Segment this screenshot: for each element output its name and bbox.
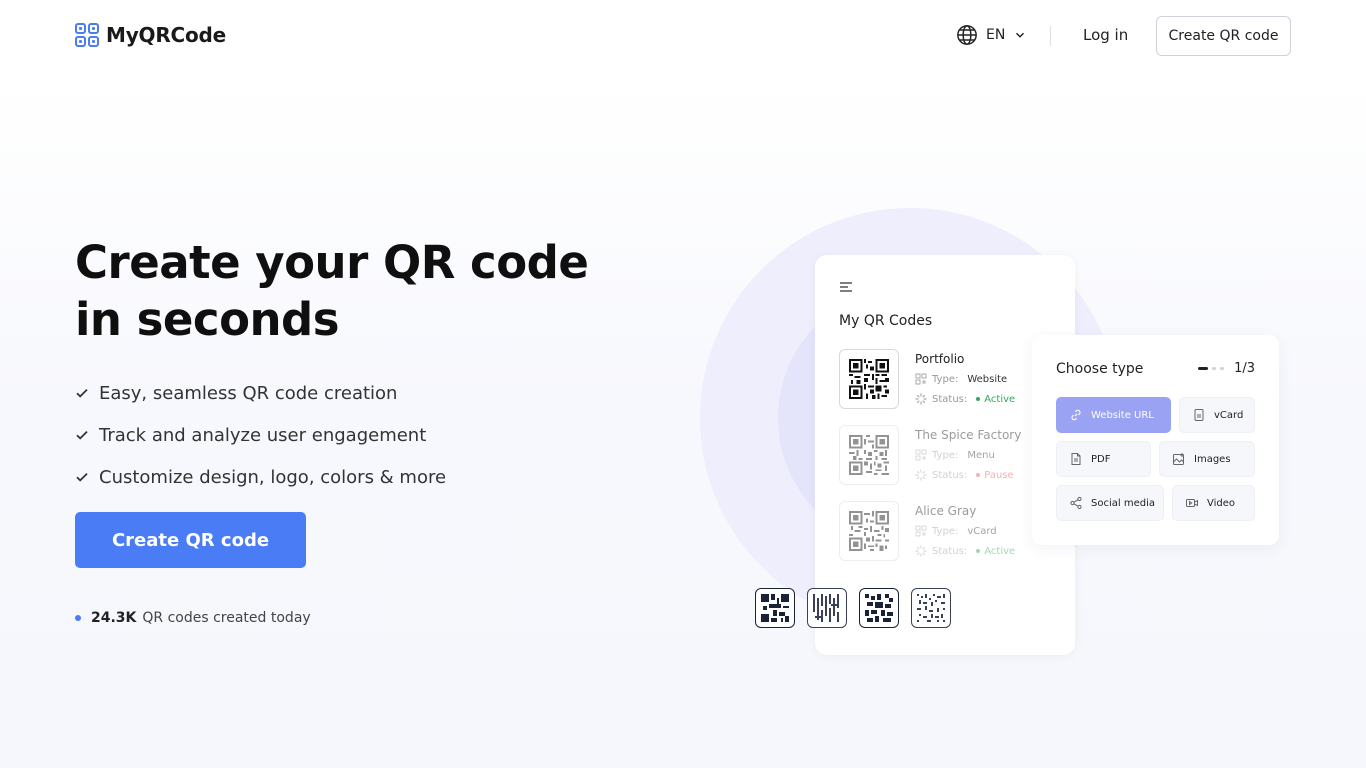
login-link[interactable]: Log in <box>1083 26 1128 44</box>
qr-pattern-icon <box>865 594 893 622</box>
feature-text: Track and analyze user engagement <box>99 424 427 446</box>
status-label: Status: <box>932 393 968 405</box>
daily-stats: 24.3K QR codes created today <box>75 610 311 626</box>
image-icon <box>1173 453 1184 465</box>
language-selector[interactable]: EN <box>956 24 1025 46</box>
status-badge: Pause <box>976 470 1014 481</box>
document-icon <box>1071 453 1081 465</box>
brand-logo[interactable]: MyQRCode <box>75 23 226 47</box>
pager-dot <box>1212 367 1217 370</box>
qr-style-option[interactable] <box>859 588 899 628</box>
qr-small-icon <box>915 525 927 537</box>
feature-list: Easy, seamless QR code creation Track an… <box>75 372 446 498</box>
qr-code-icon <box>849 511 889 551</box>
qr-item-status: Status: Active <box>915 393 1015 405</box>
type-label: Type: <box>932 373 959 385</box>
hero-title-line-2: in seconds <box>75 293 340 346</box>
pager-dot-active <box>1198 367 1209 370</box>
qr-style-options <box>755 588 951 628</box>
stat-text: QR codes created today <box>142 610 311 626</box>
check-icon <box>76 430 88 440</box>
loader-icon <box>915 393 927 405</box>
choose-type-title: Choose type <box>1056 361 1144 377</box>
language-code: EN <box>986 27 1006 43</box>
feature-item: Track and analyze user engagement <box>75 414 446 456</box>
qr-item-name: Alice Gray <box>915 504 977 518</box>
feature-text: Easy, seamless QR code creation <box>99 382 398 404</box>
stat-value: 24.3K <box>91 610 137 626</box>
header-divider <box>1050 26 1051 46</box>
status-dot-icon <box>75 615 81 621</box>
qr-pattern-icon <box>813 594 839 622</box>
check-icon <box>76 472 88 482</box>
qr-small-icon <box>915 373 927 385</box>
type-option-social-media[interactable]: Social media <box>1056 485 1164 521</box>
status-badge: Active <box>976 394 1015 405</box>
type-label: Type: <box>932 449 959 461</box>
qr-item-type: Type: Menu <box>915 449 995 461</box>
qr-item-type: Type: Website <box>915 373 1007 385</box>
qr-style-option[interactable] <box>807 588 847 628</box>
globe-icon <box>957 25 977 45</box>
qr-item-status: Status: Pause <box>915 469 1014 481</box>
choose-type-card: Choose type 1/3 Website URL vCard PDF Im… <box>1032 335 1279 545</box>
qr-style-option[interactable] <box>755 588 795 628</box>
pager-dot <box>1220 367 1225 370</box>
hero-title-line-1: Create your QR code <box>75 236 589 289</box>
type-value: Website <box>967 373 1008 385</box>
type-option-pdf[interactable]: PDF <box>1056 441 1151 477</box>
header-create-qr-button[interactable]: Create QR code <box>1156 16 1291 56</box>
feature-item: Customize design, logo, colors & more <box>75 456 446 498</box>
type-label: Type: <box>932 525 959 537</box>
loader-icon <box>915 469 927 481</box>
type-option-images[interactable]: Images <box>1159 441 1255 477</box>
qr-code-thumbnail <box>839 425 899 485</box>
share-icon <box>1070 496 1082 510</box>
qr-code-icon <box>849 359 889 399</box>
phone-title: My QR Codes <box>839 313 933 329</box>
qr-style-option[interactable] <box>911 588 951 628</box>
pager: 1/3 <box>1198 361 1255 376</box>
type-option-video[interactable]: Video <box>1172 485 1255 521</box>
chevron-down-icon <box>1016 32 1025 38</box>
type-value: Menu <box>967 449 995 461</box>
loader-icon <box>915 545 927 557</box>
hero-create-qr-button[interactable]: Create QR code <box>75 512 306 568</box>
brand-name: MyQRCode <box>106 23 227 47</box>
menu-icon <box>840 282 852 292</box>
feature-text: Customize design, logo, colors & more <box>99 466 447 488</box>
qr-small-icon <box>915 449 927 461</box>
status-label: Status: <box>932 545 968 557</box>
type-option-vcard[interactable]: vCard <box>1179 397 1255 433</box>
type-value: vCard <box>967 525 997 537</box>
link-icon <box>1071 409 1081 421</box>
contact-card-icon <box>1194 409 1204 421</box>
qr-item-name: Portfolio <box>915 352 965 366</box>
check-icon <box>76 388 88 398</box>
qr-item-type: Type: vCard <box>915 525 997 537</box>
qr-logo-icon <box>75 23 99 47</box>
hero-title: Create your QR code in seconds <box>75 234 635 348</box>
qr-code-thumbnail <box>839 349 899 409</box>
video-icon <box>1186 499 1198 507</box>
page-indicator: 1/3 <box>1234 361 1255 376</box>
qr-item-name: The Spice Factory <box>915 428 1022 442</box>
qr-item-status: Status: Active <box>915 545 1015 557</box>
qr-code-icon <box>849 435 889 475</box>
type-option-website-url[interactable]: Website URL <box>1056 397 1171 433</box>
status-badge: Active <box>976 546 1015 557</box>
qr-pattern-icon <box>917 594 945 622</box>
qr-pattern-icon <box>761 594 789 622</box>
feature-item: Easy, seamless QR code creation <box>75 372 446 414</box>
status-label: Status: <box>932 469 968 481</box>
qr-code-thumbnail <box>839 501 899 561</box>
